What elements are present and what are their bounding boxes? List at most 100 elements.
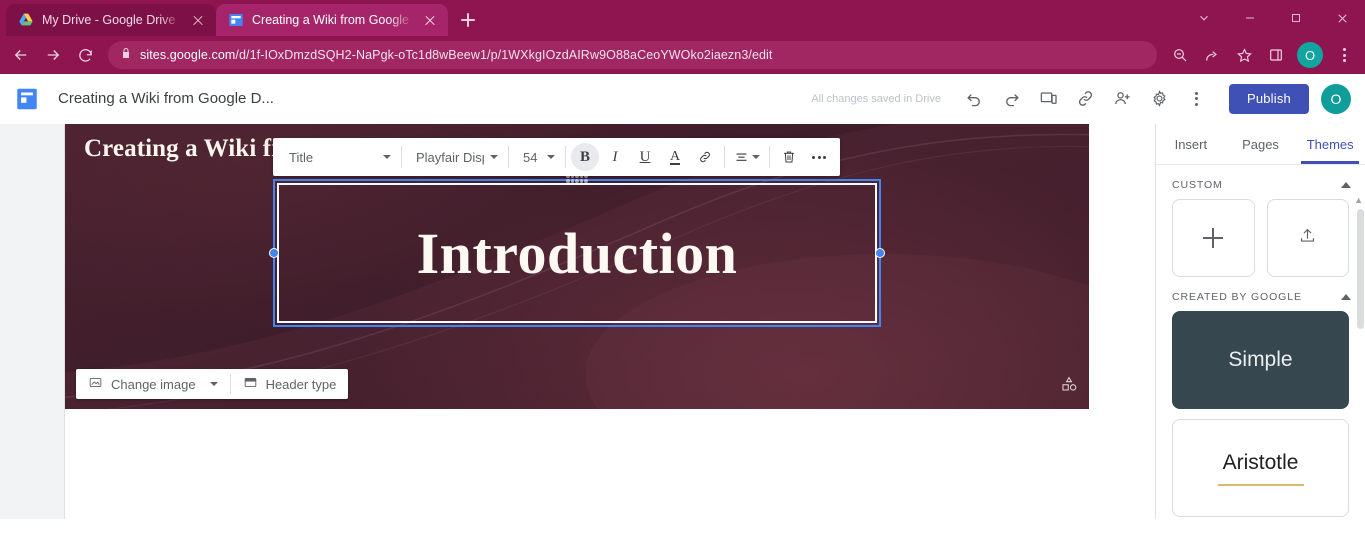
google-sites-logo <box>14 86 40 112</box>
header-layout-icon <box>243 375 258 393</box>
underline-label: U <box>639 148 651 165</box>
maximize-icon[interactable] <box>1273 0 1319 36</box>
tab-pages[interactable]: Pages <box>1226 124 1296 164</box>
preview-icon[interactable] <box>1031 81 1067 117</box>
bold-button[interactable]: B <box>571 143 599 171</box>
upload-icon <box>1298 226 1317 250</box>
panel-tabs: Insert Pages Themes <box>1156 124 1365 166</box>
panel-scrollbar[interactable] <box>1357 209 1364 330</box>
banner-headline[interactable]: Introduction <box>275 181 879 325</box>
font-size-dropdown[interactable]: 54 <box>513 142 561 172</box>
browser-profile-avatar[interactable]: O <box>1297 42 1323 68</box>
selected-text-box[interactable]: Introduction <box>269 174 885 327</box>
tab-strip: My Drive - Google Drive Creating a Wiki … <box>0 0 1365 36</box>
right-side-panel: Insert Pages Themes CUSTOM CREATED BY GO… <box>1155 124 1365 519</box>
italic-label: I <box>612 148 618 165</box>
change-image-label: Change image <box>111 376 196 392</box>
text-color-button[interactable]: A <box>661 143 689 171</box>
chevron-down-icon <box>752 155 760 159</box>
tab-themes[interactable]: Themes <box>1295 124 1365 165</box>
side-panel-icon[interactable] <box>1261 40 1291 70</box>
theme-card-aristotle[interactable]: Aristotle <box>1172 419 1349 518</box>
scroll-up-arrow-icon[interactable]: ▲ <box>1354 195 1363 205</box>
theme-name: Aristotle <box>1222 450 1299 474</box>
editor-main: Creating a Wiki from Google Introduction… <box>0 124 1365 519</box>
delete-text-box-button[interactable] <box>775 143 803 171</box>
header-type-button[interactable]: Header type <box>233 371 347 397</box>
browser-tab-creating-wiki[interactable]: Creating a Wiki from Google Doc <box>216 4 448 36</box>
text-color-label: A <box>669 148 681 165</box>
tab-label: Themes <box>1306 136 1354 152</box>
font-family-value: Playfair Disp <box>416 149 484 165</box>
upload-custom-theme-card[interactable] <box>1266 199 1349 278</box>
page-content-area[interactable] <box>65 409 1089 519</box>
chevron-up-icon[interactable] <box>1341 182 1351 189</box>
chevron-up-icon[interactable] <box>1341 294 1351 301</box>
url-text: sites.google.com/d/1f-IOxDmzdSQH2-NaPgk-… <box>140 48 773 62</box>
more-format-options-button[interactable] <box>805 143 833 171</box>
link-icon[interactable] <box>691 143 719 171</box>
settings-gear-icon[interactable] <box>1142 81 1178 117</box>
align-button[interactable] <box>730 143 764 171</box>
underline-button[interactable]: U <box>631 143 659 171</box>
url-domain: sites.google.com <box>140 48 236 62</box>
redo-icon[interactable] <box>994 81 1030 117</box>
font-family-dropdown[interactable]: Playfair Disp <box>406 142 504 172</box>
italic-button[interactable]: I <box>601 143 629 171</box>
shapes-icon[interactable] <box>1060 375 1078 398</box>
canvas-inner: Creating a Wiki from Google Introduction… <box>65 124 1089 519</box>
page-canvas: Creating a Wiki from Google Introduction… <box>65 124 1155 519</box>
text-style-dropdown[interactable]: Title <box>279 142 397 172</box>
back-arrow-icon[interactable] <box>6 40 36 70</box>
divider <box>769 146 770 168</box>
divider <box>401 146 402 168</box>
three-dot-menu-icon[interactable] <box>1329 40 1359 70</box>
section-header-created-by-google[interactable]: CREATED BY GOOGLE <box>1156 277 1365 311</box>
browser-action-icons: O <box>1165 40 1359 70</box>
window-controls <box>1181 0 1365 36</box>
close-icon[interactable] <box>190 12 206 28</box>
address-bar[interactable]: sites.google.com/d/1f-IOxDmzdSQH2-NaPgk-… <box>108 41 1157 69</box>
browser-tab-my-drive[interactable]: My Drive - Google Drive <box>6 4 216 36</box>
account-avatar[interactable]: O <box>1321 83 1351 114</box>
theme-card-simple[interactable]: Simple <box>1172 311 1349 410</box>
canvas-wrapper: Creating a Wiki from Google Introduction… <box>0 124 1155 519</box>
google-drive-icon <box>18 12 34 28</box>
close-icon[interactable] <box>1319 0 1365 36</box>
tab-search-chevron-icon[interactable] <box>1181 0 1227 36</box>
publish-button[interactable]: Publish <box>1228 83 1309 114</box>
divider <box>565 146 566 168</box>
undo-icon[interactable] <box>957 81 993 117</box>
minimize-icon[interactable] <box>1227 0 1273 36</box>
banner-tools: Change image Header type <box>76 369 349 399</box>
lock-icon <box>120 46 132 64</box>
tab-insert[interactable]: Insert <box>1156 124 1226 164</box>
text-format-toolbar: Title Playfair Disp 54 B I U A <box>273 138 840 176</box>
zoom-out-icon[interactable] <box>1165 40 1195 70</box>
bookmark-star-icon[interactable] <box>1229 40 1259 70</box>
more-options-icon[interactable] <box>1179 81 1215 117</box>
close-icon[interactable] <box>422 12 438 28</box>
chevron-down-icon <box>547 155 555 159</box>
divider <box>724 146 725 168</box>
chevron-down-icon <box>383 155 391 159</box>
new-tab-button[interactable] <box>454 6 482 34</box>
share-icon[interactable] <box>1197 40 1227 70</box>
change-image-button[interactable]: Change image <box>78 371 228 397</box>
reload-icon[interactable] <box>70 40 100 70</box>
page-banner[interactable]: Creating a Wiki from Google Introduction… <box>65 124 1089 409</box>
add-custom-theme-card[interactable] <box>1172 199 1255 278</box>
copy-link-icon[interactable] <box>1068 81 1104 117</box>
forward-arrow-icon[interactable] <box>38 40 68 70</box>
section-header-custom[interactable]: CUSTOM <box>1156 165 1365 199</box>
section-title: CREATED BY GOOGLE <box>1172 291 1302 304</box>
text-style-value: Title <box>289 149 314 165</box>
google-sites-icon <box>228 12 244 28</box>
plus-icon <box>1203 228 1224 249</box>
chevron-down-icon <box>490 155 498 159</box>
page-title[interactable]: Creating a Wiki from Google D... <box>58 90 274 107</box>
bold-label: B <box>579 148 590 165</box>
section-title: CUSTOM <box>1172 179 1223 192</box>
share-with-others-icon[interactable] <box>1105 81 1141 117</box>
theme-name: Simple <box>1228 348 1293 372</box>
